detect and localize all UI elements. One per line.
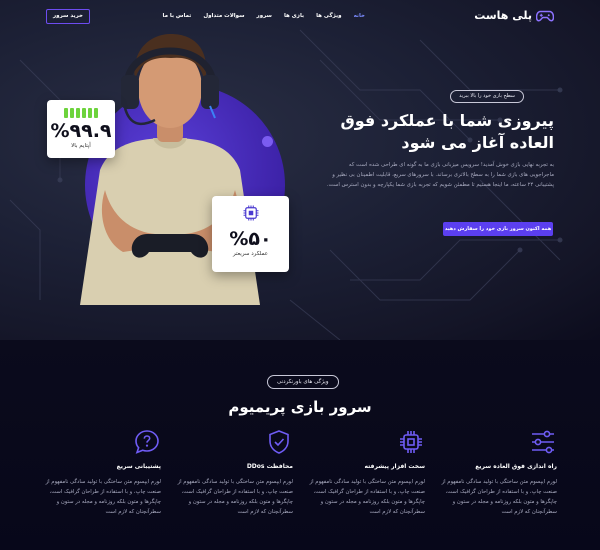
cpu-chip-icon	[243, 205, 258, 221]
hero-description: به تجربه نهایی بازی خوش آمدید! سرویس میز…	[326, 162, 554, 188]
nav-faq[interactable]: سوالات متداول	[203, 13, 244, 19]
feature-fast-setup: راه اندازی فوق العاده سریع لورم ایپسوم م…	[433, 428, 565, 548]
features-grid: راه اندازی فوق العاده سریع لورم ایپسوم م…	[35, 428, 565, 548]
nav-games[interactable]: بازی ها	[284, 13, 304, 19]
nav-home[interactable]: خانه	[354, 13, 365, 19]
signal-bars-icon	[47, 108, 115, 118]
cpu-icon	[400, 431, 422, 453]
features-title: سرور بازی پریمیوم	[228, 398, 372, 416]
help-chat-icon	[135, 430, 159, 454]
nav-server[interactable]: سرور	[257, 13, 272, 19]
feature-text: لورم ایپسوم متن ساختگی با تولید سادگی نا…	[441, 479, 557, 515]
feature-title: محافظت DDos	[246, 463, 293, 470]
uptime-label: آپتایم بالا	[71, 143, 91, 149]
nav-features[interactable]: ویژگی ها	[316, 13, 341, 19]
feature-title: راه اندازی فوق العاده سریع	[475, 463, 557, 470]
uptime-value: %۹۹.۹	[50, 120, 112, 142]
feature-hardware: سخت افزار پیشرفته لورم ایپسوم متن ساختگی…	[301, 428, 433, 548]
gamepad-icon	[536, 10, 554, 21]
feature-title: پشتیبانی سریع	[116, 463, 161, 470]
features-pill: ویژگی های باورنکردنی	[267, 375, 339, 389]
uptime-card: %۹۹.۹ آپتایم بالا	[47, 100, 115, 158]
feature-text: لورم ایپسوم متن ساختگی با تولید سادگی نا…	[45, 479, 161, 515]
feature-title: سخت افزار پیشرفته	[364, 463, 425, 470]
brand-logo[interactable]: پلی هاست	[474, 9, 554, 22]
feature-ddos: محافظت DDos لورم ایپسوم متن ساختگی با تو…	[169, 428, 301, 548]
performance-label: عملکرد سریعتر	[232, 251, 269, 257]
feature-text: لورم ایپسوم متن ساختگی با تولید سادگی نا…	[177, 479, 293, 515]
feature-text: لورم ایپسوم متن ساختگی با تولید سادگی نا…	[309, 479, 425, 515]
performance-card: %۵۰ عملکرد سریعتر	[212, 196, 289, 272]
order-server-button[interactable]: همه اکنون سرور بازی خود را سفارش دهید	[443, 222, 553, 236]
feature-support: پشتیبانی سریع لورم ایپسوم متن ساختگی با …	[37, 428, 169, 548]
nav-contact[interactable]: تماس با ما	[163, 13, 192, 19]
main-nav: خانه ویژگی ها بازی ها سرور سوالات متداول…	[163, 13, 366, 19]
hero-title: پیروزی شما با عملکرد فوق العاده آغاز می …	[340, 111, 554, 152]
shield-check-icon	[269, 430, 289, 454]
brand-name: پلی هاست	[474, 9, 532, 22]
performance-value: %۵۰	[229, 228, 272, 250]
hero-section: خرید سرور خانه ویژگی ها بازی ها سرور سوا…	[0, 0, 600, 340]
hero-tagline-pill: سطح بازی خود را بالا ببرید	[450, 90, 524, 103]
sliders-icon	[532, 430, 554, 454]
